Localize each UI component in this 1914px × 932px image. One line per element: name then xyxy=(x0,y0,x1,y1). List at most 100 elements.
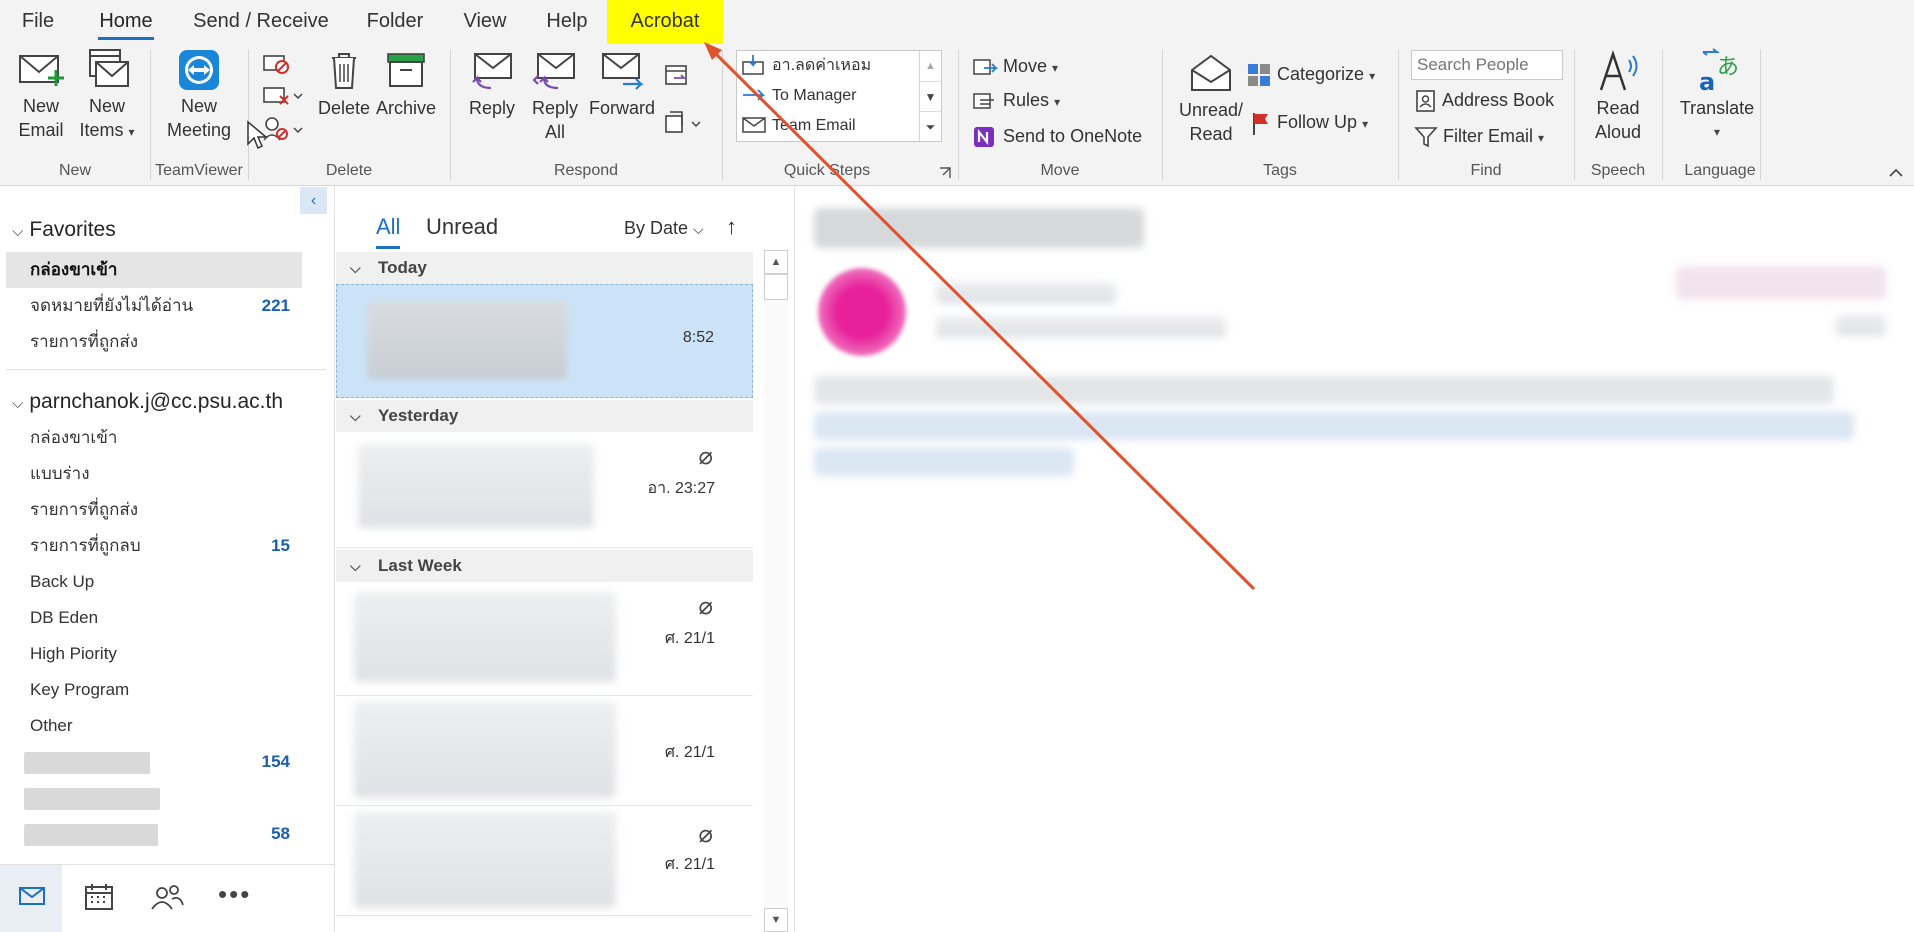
collapse-pane-icon[interactable]: ‹ xyxy=(300,187,327,214)
translate-text: Translate xyxy=(1679,98,1755,118)
tab-acrobat[interactable]: Acrobat xyxy=(607,0,723,44)
forward-button[interactable]: Forward xyxy=(586,48,658,120)
unread-read-button[interactable]: Unread/ Read xyxy=(1170,52,1252,146)
folder-label: แบบร่าง xyxy=(30,464,90,483)
message-item[interactable]: ศ. 21/1 xyxy=(336,696,753,806)
folder-high-piority[interactable]: High Piority xyxy=(6,636,302,672)
group-header-today[interactable]: ⌵ Today xyxy=(336,252,753,284)
folder-back-up[interactable]: Back Up xyxy=(6,564,302,600)
favorite-inbox[interactable]: กล่องขาเข้า xyxy=(6,252,302,288)
group-label-quick-steps: Quick Steps xyxy=(783,162,871,179)
folder-drafts[interactable]: แบบร่าง xyxy=(6,456,302,492)
sort-by-date-dropdown[interactable]: By Date ⌵ xyxy=(624,218,704,239)
tab-send-receive[interactable]: Send / Receive xyxy=(186,0,336,44)
group-header-last-week[interactable]: ⌵ Last Week xyxy=(336,550,753,582)
categorize-button[interactable]: Categorize ▾ xyxy=(1246,62,1375,88)
new-items-icon xyxy=(89,49,129,87)
scroll-up-icon[interactable]: ▲ xyxy=(764,250,788,274)
favorites-header[interactable]: ⌵ Favorites xyxy=(12,218,116,242)
favorite-sent-items[interactable]: รายการที่ถูกส่ง xyxy=(6,324,302,360)
ignore-button[interactable] xyxy=(262,52,290,81)
filter-email-button[interactable]: Filter Email ▾ xyxy=(1414,124,1544,150)
new-meeting-button[interactable]: New Meeting xyxy=(160,48,238,142)
group-header-yesterday[interactable]: ⌵ Yesterday xyxy=(336,400,753,432)
read-aloud-button[interactable]: Read Aloud xyxy=(1586,48,1650,144)
tab-view[interactable]: View xyxy=(454,0,516,44)
search-people-input[interactable] xyxy=(1411,50,1563,80)
chevron-down-icon: ▾ xyxy=(1362,117,1369,131)
folder-inbox[interactable]: กล่องขาเข้า xyxy=(6,420,302,456)
folder-label: Other xyxy=(30,716,73,735)
message-item[interactable]: ⌀ ศ. 21/1 xyxy=(336,806,753,916)
tab-file[interactable]: File xyxy=(14,0,62,44)
more-respond-button[interactable] xyxy=(662,110,706,141)
move-button[interactable]: Move ▾ xyxy=(972,54,1058,80)
meeting-reply-button[interactable] xyxy=(662,62,690,93)
active-tab-indicator xyxy=(98,37,154,40)
folder-other[interactable]: Other xyxy=(6,708,302,744)
favorite-unread-mail[interactable]: จดหมายที่ยังไม่ได้อ่าน 221 xyxy=(6,288,302,324)
message-time: ศ. 21/1 xyxy=(664,744,715,761)
quick-steps-expand-icon[interactable]: ⏷ xyxy=(920,111,941,141)
junk-button[interactable] xyxy=(262,116,304,147)
archive-button[interactable]: Archive xyxy=(372,48,440,120)
reply-all-button[interactable]: Reply All xyxy=(522,48,588,144)
folder-sent-items[interactable]: รายการที่ถูกส่ง xyxy=(6,492,302,528)
unread-count: 154 xyxy=(261,752,290,771)
tab-help[interactable]: Help xyxy=(536,0,598,44)
clean-up-button[interactable] xyxy=(262,84,304,113)
filter-tab-all[interactable]: All xyxy=(376,214,401,249)
quick-step-1[interactable]: อา.ลดค่าเหอม xyxy=(741,52,871,78)
move-icon xyxy=(973,59,999,75)
ribbon-separator xyxy=(958,50,959,180)
delete-button[interactable]: Delete xyxy=(314,48,374,120)
translate-button[interactable]: aあ Translate ▾ xyxy=(1670,48,1764,144)
folder-deleted-items[interactable]: รายการที่ถูกลบ 15 xyxy=(6,528,302,564)
message-item[interactable]: ⌀ อา. 23:27 xyxy=(336,432,753,548)
message-item[interactable]: 8:52 xyxy=(336,284,753,398)
sort-label: By Date xyxy=(624,218,689,238)
collapse-ribbon-icon[interactable] xyxy=(1888,166,1904,178)
quick-steps-up-icon[interactable]: ▲ xyxy=(920,51,941,81)
mail-icon[interactable] xyxy=(18,885,46,907)
sort-direction-icon[interactable]: ↑ xyxy=(726,214,737,240)
reply-button[interactable]: Reply xyxy=(460,48,524,120)
folder-redacted-2[interactable] xyxy=(6,780,302,816)
quick-step-2[interactable]: To Manager xyxy=(741,82,857,108)
new-items-button[interactable]: New Items ▾ xyxy=(74,48,140,144)
follow-up-button[interactable]: Follow Up ▾ xyxy=(1250,110,1368,136)
message-list-scrollbar[interactable]: ▲ ▼ xyxy=(764,250,788,932)
flag-icon xyxy=(1253,113,1268,136)
translate-label: Translate ▾ xyxy=(1670,96,1764,144)
folder-key-program[interactable]: Key Program xyxy=(6,672,302,708)
dialog-launcher-icon[interactable] xyxy=(938,166,952,180)
more-respond-icon xyxy=(665,111,701,133)
filter-tab-unread[interactable]: Unread xyxy=(426,214,498,240)
quick-steps-scroller: ▲ ▼ ⏷ xyxy=(919,51,941,141)
account-header[interactable]: ⌵ parnchanok.j@cc.psu.ac.th xyxy=(12,390,283,414)
address-book-button[interactable]: Address Book xyxy=(1414,88,1554,113)
group-label-new: New xyxy=(58,162,91,179)
redacted-subject xyxy=(814,208,1144,248)
new-email-button[interactable]: New Email xyxy=(10,48,72,142)
folder-redacted-1[interactable]: 154 xyxy=(6,744,302,780)
quick-steps-down-icon[interactable]: ▼ xyxy=(920,81,941,111)
people-icon[interactable] xyxy=(150,883,184,911)
send-to-onenote-button[interactable]: Send to OneNote xyxy=(972,124,1142,149)
scroll-down-icon[interactable]: ▼ xyxy=(764,908,788,932)
tab-home[interactable]: Home xyxy=(80,0,172,44)
calendar-icon[interactable] xyxy=(84,883,114,911)
message-item[interactable]: ⌀ ศ. 21/1 xyxy=(336,582,753,696)
folder-label: รายการที่ถูกส่ง xyxy=(30,500,139,519)
quick-step-3[interactable]: Team Email xyxy=(741,112,856,138)
active-filter-indicator xyxy=(376,246,401,249)
tab-folder[interactable]: Folder xyxy=(356,0,434,44)
folder-db-eden[interactable]: DB Eden xyxy=(6,600,302,636)
account-label: parnchanok.j@cc.psu.ac.th xyxy=(29,390,283,413)
ribbon-separator xyxy=(722,50,723,180)
more-options-icon[interactable]: ••• xyxy=(218,879,251,910)
folder-redacted-3[interactable]: 58 xyxy=(6,816,302,852)
rules-button[interactable]: Rules ▾ xyxy=(972,88,1060,114)
scroll-thumb[interactable] xyxy=(764,274,788,300)
filter-funnel-icon xyxy=(1414,127,1438,148)
